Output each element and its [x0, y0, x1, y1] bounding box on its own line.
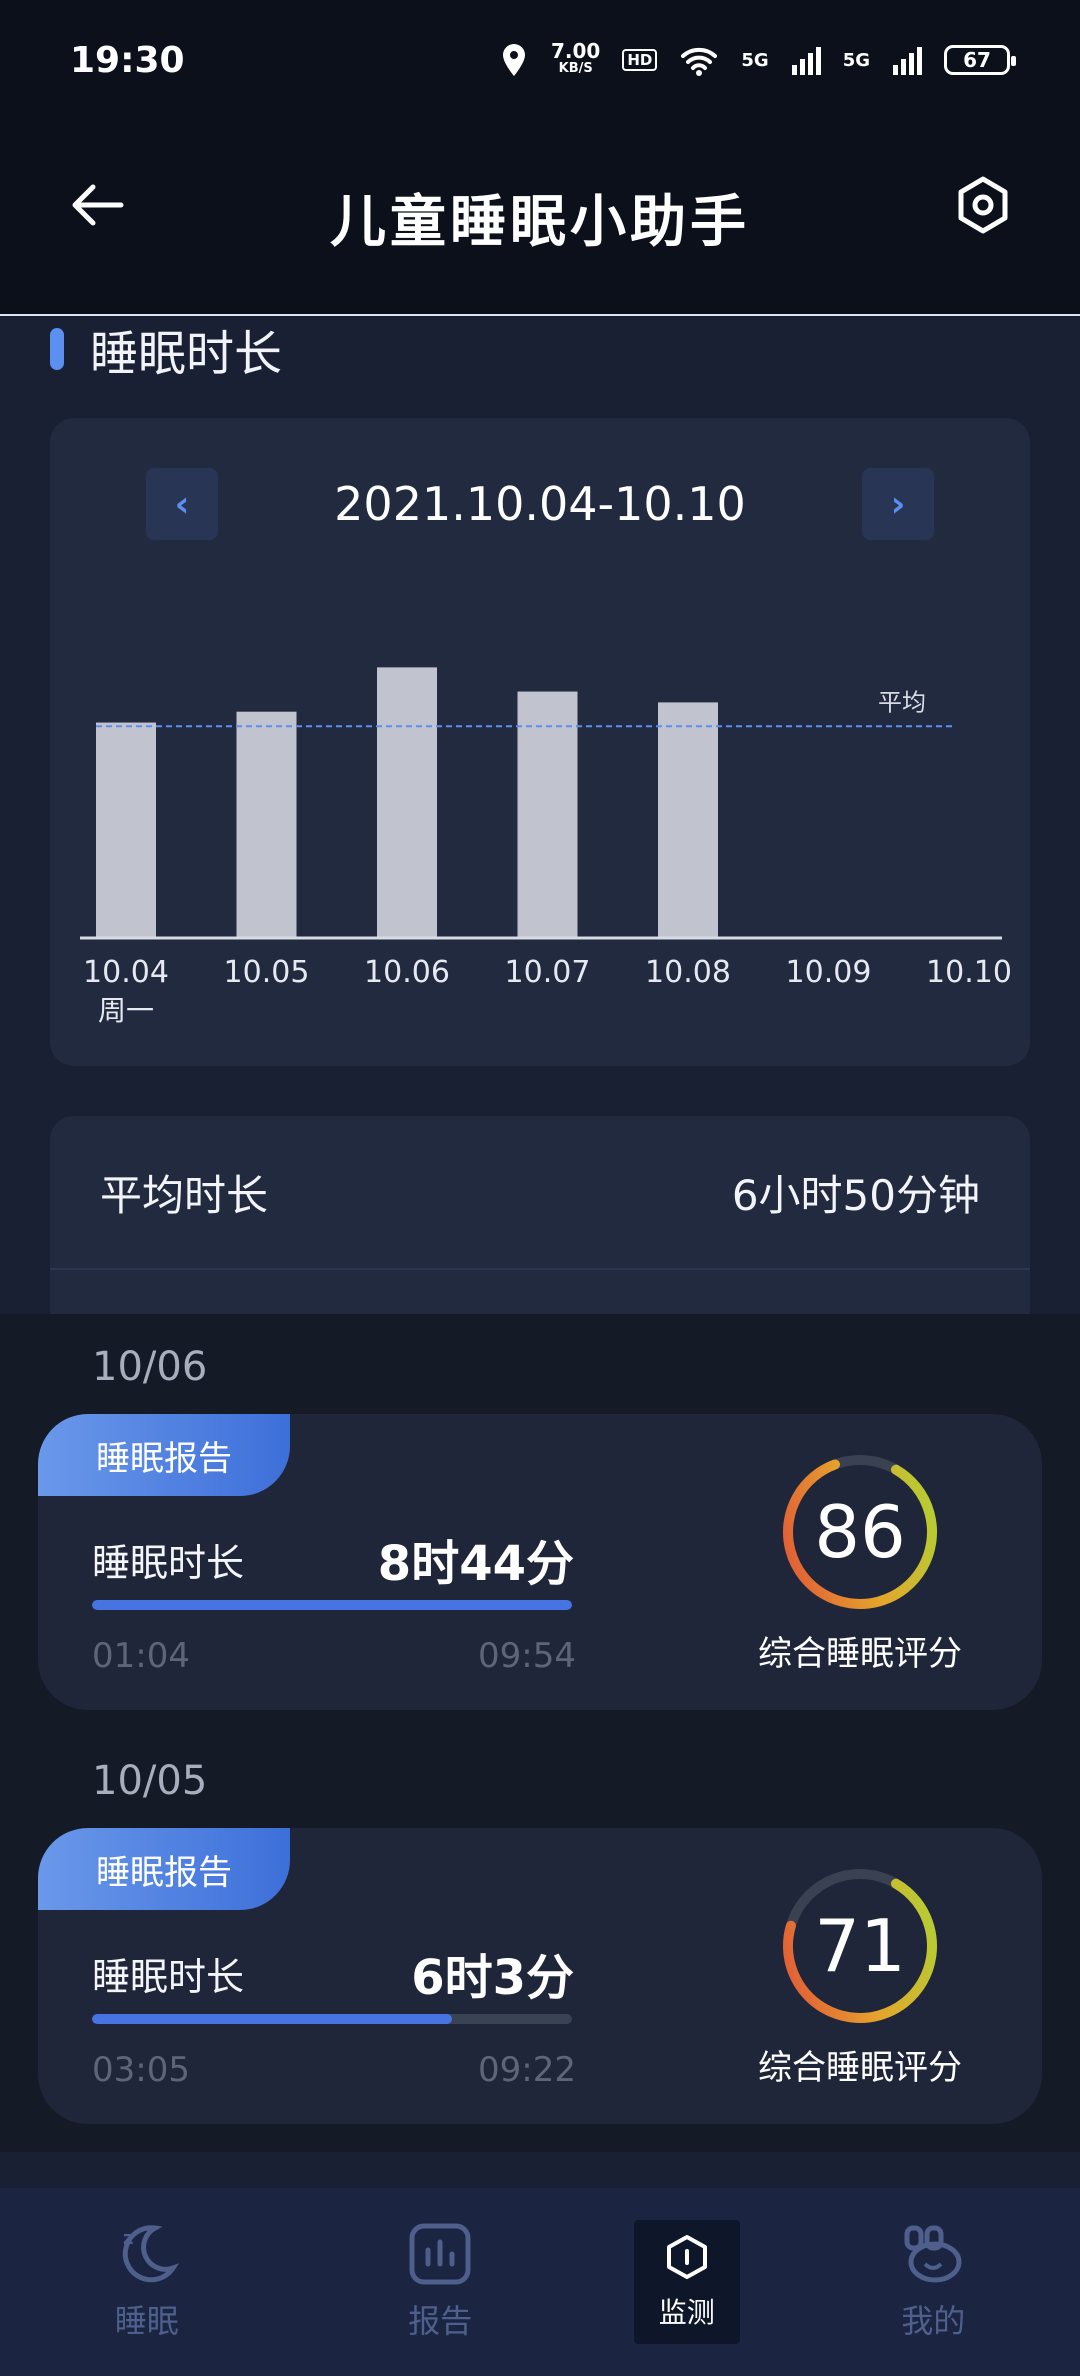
report-tag: 睡眠报告: [38, 1414, 290, 1496]
report-date: 10/05: [92, 1758, 208, 1804]
bottom-nav: z 睡眠 报告 监测 我的: [0, 2188, 1080, 2376]
sleep-score-label: 综合睡眠评分: [758, 2048, 962, 2088]
report-date: 10/06: [92, 1344, 208, 1390]
duration-label: 睡眠时长: [92, 1541, 245, 1585]
sleep-score-label: 综合睡眠评分: [758, 1634, 962, 1674]
duration-progress-fill: [92, 1600, 572, 1610]
nav-monitor[interactable]: 监测: [633, 2220, 740, 2344]
sleep-bar-chart: 平均 10.04 10.05 10.06 10.07 10.08 10.09 10.10 周一: [80, 667, 1012, 1027]
duration-value: 6时3分: [411, 1950, 574, 2006]
nav-sleep-label: 睡眠: [114, 2302, 179, 2340]
settings-button[interactable]: [948, 170, 1018, 240]
chart-x-tick-label: 10.10: [926, 955, 1012, 990]
hd-icon: HD: [622, 49, 658, 71]
status-time: 19:30: [70, 39, 185, 81]
moon-icon: z: [122, 2225, 179, 2283]
chart-x-tick-label: 10.09: [786, 955, 872, 990]
bar-chart-icon: [409, 2223, 471, 2285]
nav-report[interactable]: 报告: [340, 2202, 540, 2362]
page-title: 儿童睡眠小助手: [330, 189, 750, 255]
duration-progress-fill: [92, 2014, 452, 2024]
chart-x-tick-label: 10.07: [505, 955, 591, 990]
status-bar: 19:30 7.00 KB/S HD 5G 5G 67: [0, 0, 1080, 120]
section-title: 睡眠时长: [90, 326, 283, 382]
chart-bar: [517, 691, 578, 938]
location-icon: [503, 44, 525, 76]
nav-monitor-label: 监测: [658, 2296, 715, 2329]
report-list: 10/06 睡眠报告 睡眠时长 8时44分 01:04 09:54 86 综合睡…: [0, 1314, 1080, 2152]
average-row: 平均时长 6小时50分钟: [50, 1116, 1030, 1270]
chart-x-tick-label: 10.08: [645, 955, 731, 990]
nav-sleep[interactable]: z 睡眠: [47, 2202, 247, 2362]
sleep-start-time: 03:05: [92, 2050, 190, 2090]
app-bar: 儿童睡眠小助手: [0, 120, 1080, 316]
back-button[interactable]: [62, 170, 132, 240]
chart-bar: [658, 702, 718, 938]
bear-icon: [904, 2225, 962, 2283]
duration-label: 睡眠时长: [92, 1955, 245, 1999]
sleep-end-time: 09:54: [478, 1636, 576, 1676]
battery-icon: 67: [944, 45, 1016, 75]
chart-x-tick-label: 10.05: [224, 955, 310, 990]
chart-x-tick-label: 10.06: [364, 955, 450, 990]
duration-value: 8时44分: [377, 1536, 574, 1592]
svg-text:z: z: [123, 2228, 133, 2249]
report-card[interactable]: 睡眠报告 睡眠时长 6时3分 03:05 09:22 71 综合睡眠评分: [38, 1828, 1042, 2124]
chart-weekday-label: 周一: [98, 994, 154, 1027]
chart-average-label: 平均: [878, 688, 926, 716]
signal-icon-1: 5G: [741, 49, 769, 71]
average-card: 平均时长 6小时50分钟: [50, 1116, 1030, 1316]
nav-mine-label: 我的: [901, 2302, 966, 2340]
section-heading: 睡眠时长: [50, 314, 282, 384]
sleep-end-time: 09:22: [478, 2050, 576, 2090]
signal-bars-icon: [791, 47, 821, 75]
sleep-score: 71: [814, 1904, 906, 1988]
wifi-icon: [681, 47, 718, 76]
chart-x-tick-label: 10.04: [83, 955, 169, 990]
sleep-score: 86: [814, 1490, 906, 1574]
average-value: 6小时50分钟: [731, 1170, 980, 1220]
chart-bar: [377, 667, 437, 938]
monitor-icon: [666, 2235, 707, 2279]
report-tag: 睡眠报告: [38, 1828, 290, 1910]
signal-icon-2: 5G: [842, 49, 870, 71]
average-label: 平均时长: [100, 1170, 269, 1220]
net-speed: 7.00 KB/S: [551, 39, 601, 76]
back-arrow-icon: [72, 184, 124, 226]
settings-icon: [958, 176, 1008, 234]
section-accent-bar: [50, 328, 64, 370]
sleep-duration-chart-card: ‹ 2021.10.04-10.10 › 平均 10.04 10.05 10.06 10…: [50, 418, 1030, 1066]
status-icons: 7.00 KB/S HD 5G 5G 67: [499, 39, 1016, 78]
nav-mine[interactable]: 我的: [833, 2202, 1033, 2362]
signal-bars-icon: [893, 47, 922, 75]
chart-bar: [96, 722, 156, 938]
duration-progress: [92, 2014, 572, 2024]
chart-bar: [236, 711, 297, 938]
duration-progress: [92, 1600, 572, 1610]
sleep-start-time: 01:04: [92, 1636, 190, 1676]
nav-report-label: 报告: [408, 2302, 473, 2340]
report-card[interactable]: 睡眠报告 睡眠时长 8时44分 01:04 09:54 86 综合睡眠评分: [38, 1414, 1042, 1710]
